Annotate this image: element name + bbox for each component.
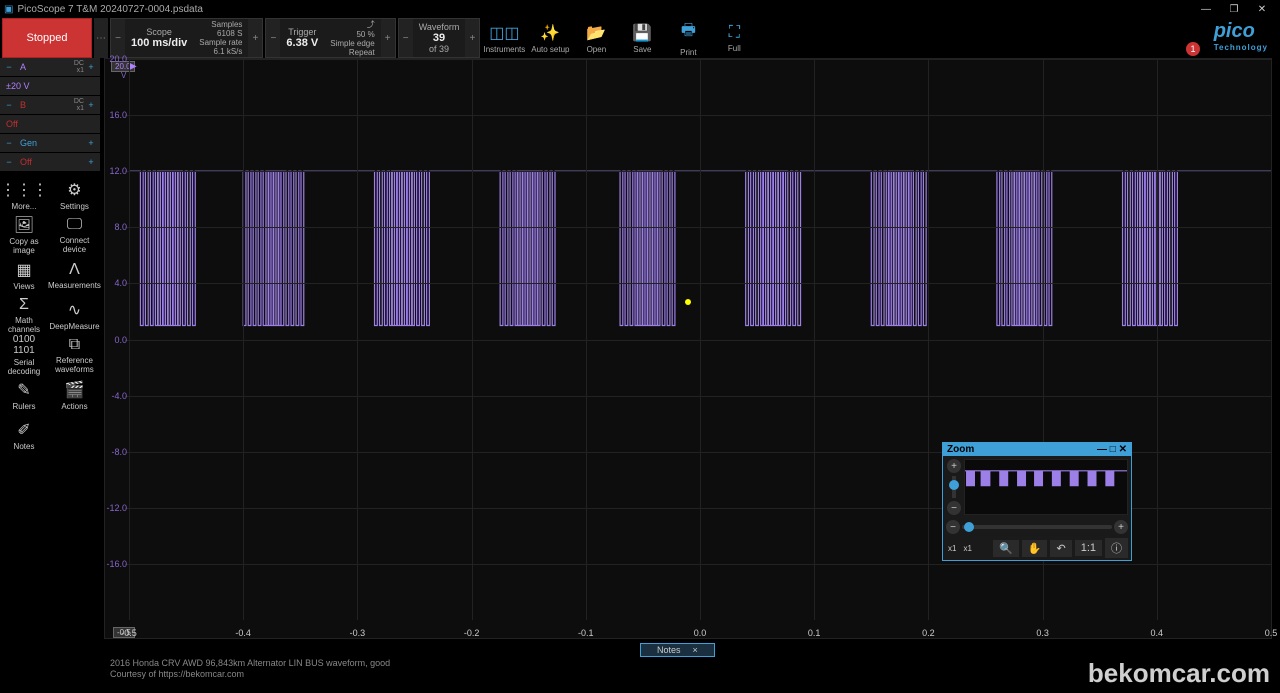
zoom-v-slider[interactable] — [949, 480, 959, 490]
ch-a-plus[interactable]: + — [84, 62, 98, 72]
minimize-button[interactable]: — — [1192, 4, 1220, 15]
zoom-h-slider[interactable] — [964, 522, 974, 532]
math-channels-button[interactable]: ΣMath channels — [0, 295, 48, 335]
zoom-pan-button[interactable]: ✋ — [1022, 540, 1048, 557]
serial-decoding-button[interactable]: 01001101Serial decoding — [0, 335, 48, 375]
auto-setup-button[interactable]: ✨Auto setup — [528, 18, 572, 58]
sidebar: − A DCx1 + ±20 V − B DCx1 + Off − Gen + … — [0, 58, 100, 455]
open-button[interactable]: 📂Open — [574, 18, 618, 58]
zoom-v-minus[interactable]: − — [947, 501, 961, 515]
channel-a-row[interactable]: − A DCx1 + — [0, 58, 100, 76]
channel-b-range[interactable]: Off — [0, 115, 100, 133]
waveform-display[interactable]: Waveform 39 of 39 — [413, 19, 466, 57]
trigger-marker[interactable] — [685, 299, 691, 305]
notes-content: 2016 Honda CRV AWD 96,843km Alternator L… — [110, 658, 390, 681]
watermark: bekomcar.com — [1088, 658, 1270, 689]
scope-display[interactable]: Scope 100 ms/div — [125, 19, 193, 57]
zoom-minimize-icon[interactable]: — — [1097, 444, 1107, 455]
close-window-button[interactable]: ✕ — [1248, 4, 1276, 15]
zoom-h-minus[interactable]: − — [946, 520, 960, 534]
deep-measure-button[interactable]: ∿DeepMeasure — [48, 295, 101, 335]
zoom-panel[interactable]: Zoom — □ ✕ + − − + x1 x1 🔍 ✋ ↶ 1:1 ⓘ — [942, 442, 1132, 561]
notes-close-icon[interactable]: × — [693, 645, 698, 655]
run-stop-menu[interactable]: ⋯ — [94, 18, 108, 58]
reference-waveforms-button[interactable]: ⧉Reference waveforms — [48, 335, 101, 375]
zoom-h-plus[interactable]: + — [1114, 520, 1128, 534]
zoom-preview[interactable] — [964, 459, 1128, 515]
timebase-decrease[interactable]: − — [111, 19, 125, 57]
connect-device-button[interactable]: 🖵Connect device — [48, 215, 101, 255]
run-stop-button[interactable]: Stopped — [2, 18, 92, 58]
zoom-header[interactable]: Zoom — □ ✕ — [943, 443, 1131, 456]
app-icon: ▣ — [4, 4, 13, 15]
y-axis-unit: V — [121, 71, 126, 80]
measurements-button[interactable]: ΛMeasurements — [48, 255, 101, 295]
ch-b-minus[interactable]: − — [2, 100, 16, 110]
trigger-decrease[interactable]: − — [266, 19, 280, 57]
trigger-display[interactable]: Trigger 6.38 V — [280, 19, 324, 57]
zoom-search-button[interactable]: 🔍 — [993, 540, 1019, 557]
top-toolbar: Stopped ⋯ − Scope 100 ms/div Samples6108… — [0, 18, 1280, 58]
trigger-increase[interactable]: + — [381, 19, 395, 57]
gen-row[interactable]: − Gen + — [0, 134, 100, 152]
maximize-button[interactable]: ❐ — [1220, 4, 1248, 15]
gen-off-plus[interactable]: + — [84, 157, 98, 167]
zoom-v-plus[interactable]: + — [947, 459, 961, 473]
gen-plus[interactable]: + — [84, 138, 98, 148]
notes-tab[interactable]: Notes × — [640, 643, 715, 657]
timebase-increase[interactable]: + — [248, 19, 262, 57]
waveform-prev[interactable]: − — [399, 19, 413, 57]
notes-button[interactable]: ✐Notes — [0, 415, 48, 455]
instruments-button[interactable]: ◫◫Instruments — [482, 18, 526, 58]
zoom-close-icon[interactable]: ✕ — [1119, 444, 1127, 455]
views-button[interactable]: ▦Views — [0, 255, 48, 295]
fullscreen-button[interactable]: ⛶Full — [712, 18, 756, 58]
print-button[interactable]: 🖶Print — [666, 18, 710, 58]
ch-b-plus[interactable]: + — [84, 100, 98, 110]
ch-a-minus[interactable]: − — [2, 62, 16, 72]
copy-as-image-button[interactable]: 🖼Copy as image — [0, 215, 48, 255]
channel-b-row[interactable]: − B DCx1 + — [0, 96, 100, 114]
zoom-undo-button[interactable]: ↶ — [1050, 540, 1071, 557]
trigger-panel: − Trigger 6.38 V ⤴50 % Simple edgeRepeat… — [265, 18, 395, 58]
gen-off[interactable]: − Off + — [0, 153, 100, 171]
gen-off-minus[interactable]: − — [2, 157, 16, 167]
waveform-panel: − Waveform 39 of 39 + — [398, 18, 481, 58]
zoom-maximize-icon[interactable]: □ — [1110, 444, 1116, 455]
more-button[interactable]: ⋮⋮⋮More... — [0, 175, 48, 215]
waveform-next[interactable]: + — [465, 19, 479, 57]
actions-button[interactable]: 🎬Actions — [48, 375, 101, 415]
title-text: PicoScope 7 T&M 20240727-0004.psdata — [17, 4, 203, 15]
save-button[interactable]: 💾Save — [620, 18, 664, 58]
scope-panel: − Scope 100 ms/div Samples6108 S Sample … — [110, 18, 263, 58]
channel-a-range[interactable]: ±20 V — [0, 77, 100, 95]
scope-info: Samples6108 S Sample rate6.1 kS/s — [193, 19, 248, 57]
gen-minus[interactable]: − — [2, 138, 16, 148]
pico-logo: picoTechnology — [1214, 20, 1268, 52]
rulers-button[interactable]: ✎Rulers — [0, 375, 48, 415]
zoom-h-slider-track[interactable] — [962, 525, 1112, 529]
zoom-1to1-button[interactable]: 1:1 — [1075, 540, 1102, 556]
notification-badge[interactable]: 1 — [1186, 42, 1200, 56]
titlebar: ▣ PicoScope 7 T&M 20240727-0004.psdata —… — [0, 0, 1280, 18]
zoom-info-button[interactable]: ⓘ — [1105, 538, 1128, 558]
settings-button[interactable]: ⚙Settings — [48, 175, 101, 215]
trigger-info: ⤴50 % Simple edgeRepeat — [324, 19, 380, 57]
